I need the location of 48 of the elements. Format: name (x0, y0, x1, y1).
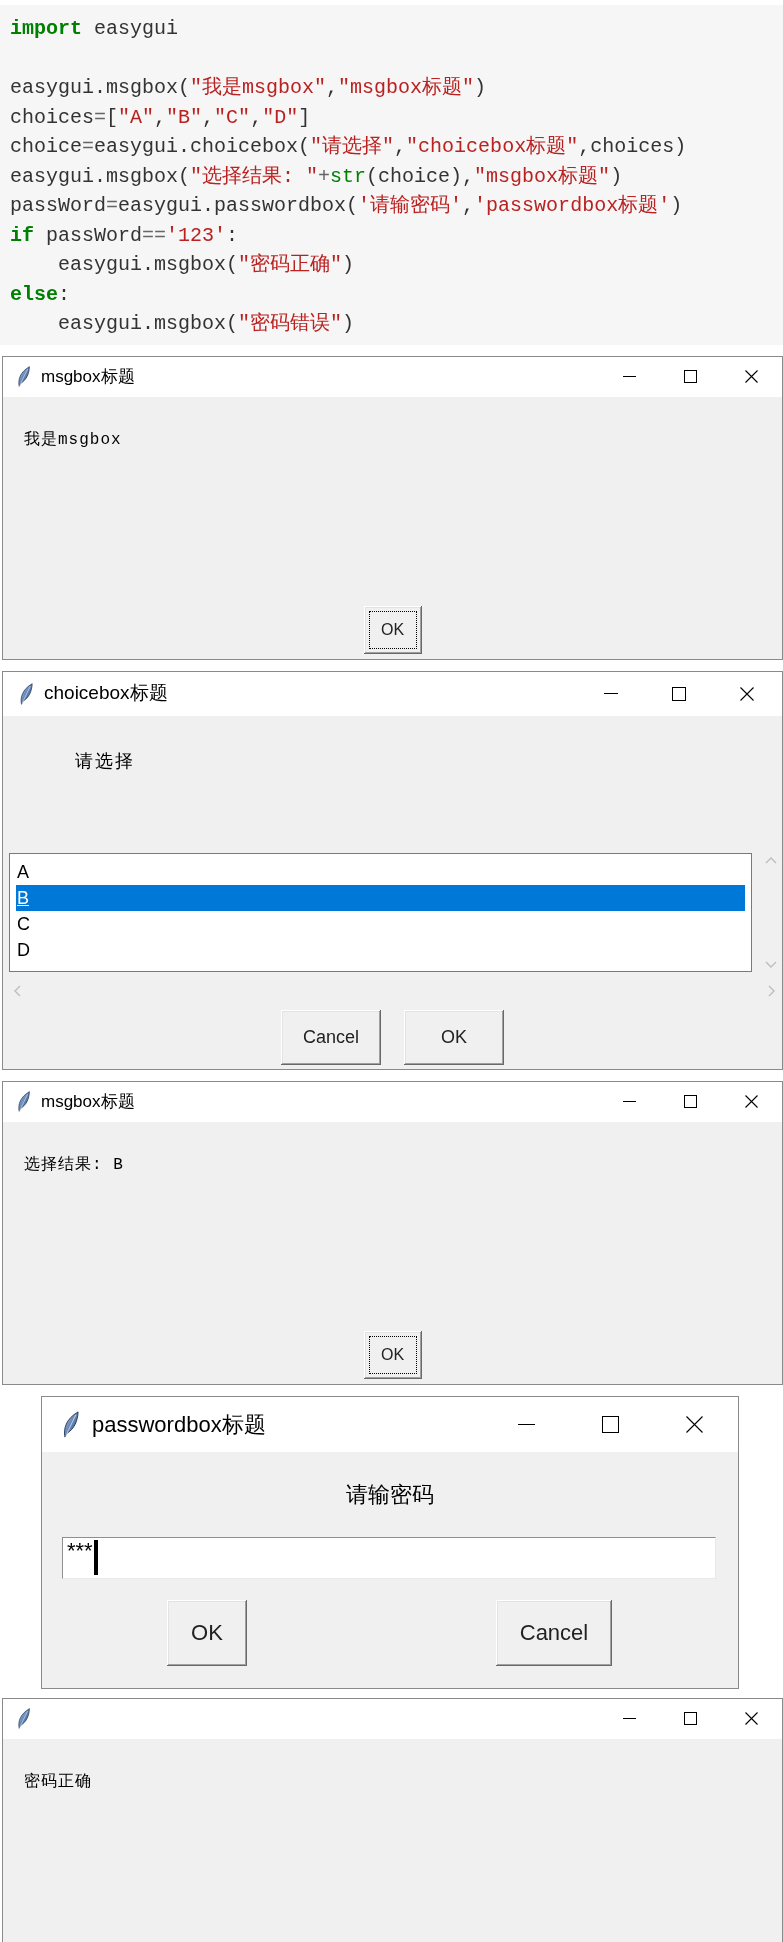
minimize-icon[interactable] (518, 1423, 535, 1425)
feather-icon (19, 682, 33, 705)
close-icon[interactable] (745, 370, 758, 383)
maximize-icon[interactable] (684, 1095, 697, 1108)
code-line: else: (10, 281, 71, 308)
message-text: 我是msgbox (24, 429, 122, 450)
window-title: choicebox标题 (44, 681, 168, 706)
code-line: choice=easygui.choicebox("请选择","choicebox标题",choices) (10, 134, 687, 160)
code-line: if passWord=='123': (10, 222, 239, 249)
message-text: 选择结果: B (24, 1154, 124, 1175)
feather-icon (17, 366, 30, 387)
message-text: 密码正确 (24, 1771, 92, 1792)
code-line: easygui.msgbox("密码错误") (58, 311, 355, 337)
window-title: passwordbox标题 (92, 1410, 266, 1439)
list-item[interactable]: B (16, 884, 745, 911)
close-icon[interactable] (745, 1712, 758, 1725)
message-text: 请选择 (75, 749, 135, 773)
window-title: msgbox标题 (41, 1090, 135, 1113)
message-text: 请输密码 (346, 1480, 434, 1509)
close-icon[interactable] (740, 686, 754, 701)
maximize-icon[interactable] (602, 1415, 619, 1433)
text-cursor-icon (93, 1540, 98, 1575)
maximize-icon[interactable] (684, 370, 697, 383)
feather-icon (62, 1410, 79, 1438)
code-line: easygui.msgbox("我是msgbox","msgbox标题") (10, 75, 487, 101)
list-item[interactable]: D (16, 936, 745, 963)
close-icon[interactable] (686, 1415, 703, 1433)
list-item[interactable]: C (16, 910, 745, 937)
feather-icon (17, 1708, 30, 1729)
dialog-button[interactable]: Cancel (281, 1009, 381, 1065)
close-icon[interactable] (745, 1095, 758, 1108)
dialog-button[interactable]: OK (363, 1330, 422, 1379)
dialog-button[interactable]: Cancel (496, 1599, 612, 1666)
dialog-button[interactable]: OK (167, 1599, 247, 1666)
feather-icon (17, 1091, 30, 1112)
list-item[interactable]: A (16, 858, 745, 885)
code-line: choices=["A","B","C","D"] (10, 104, 311, 131)
window-title: msgbox标题 (41, 365, 135, 388)
code-line: easygui.msgbox("选择结果: "+str(choice),"msgbox标题") (10, 163, 623, 190)
dialog-button[interactable]: OK (404, 1009, 504, 1065)
maximize-icon[interactable] (672, 686, 686, 701)
code-line: import easygui (10, 16, 179, 42)
choice-list[interactable]: A B C D (9, 852, 752, 972)
maximize-icon[interactable] (684, 1712, 697, 1725)
dialog-button[interactable]: OK (363, 605, 422, 654)
code-line: easygui.msgbox("密码正确") (58, 252, 355, 278)
password-field[interactable]: *** (62, 1536, 716, 1579)
code-line: passWord=easygui.passwordbox('请输密码','passwordbox标题') (10, 193, 683, 219)
